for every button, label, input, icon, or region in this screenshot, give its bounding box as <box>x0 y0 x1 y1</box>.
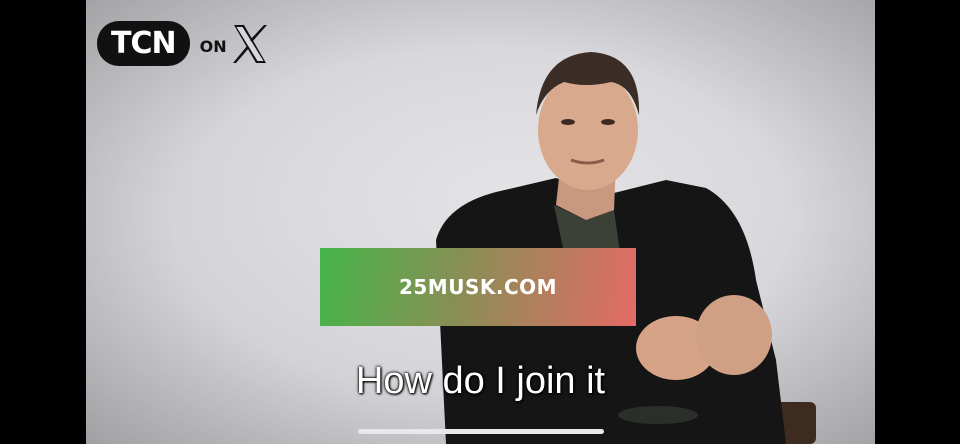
promo-banner[interactable]: 25MUSK.COM <box>320 248 636 326</box>
home-indicator[interactable] <box>358 429 604 434</box>
promo-banner-text: 25MUSK.COM <box>398 275 558 299</box>
logo-on-text: ON <box>199 37 227 56</box>
channel-logo: TCN ON <box>97 21 269 66</box>
logo-brand: TCN <box>97 21 190 66</box>
video-player[interactable]: TCN ON 25MUSK.COM How do I join it <box>86 0 875 444</box>
video-caption: How do I join it <box>355 360 606 402</box>
x-logo-icon <box>232 24 267 63</box>
